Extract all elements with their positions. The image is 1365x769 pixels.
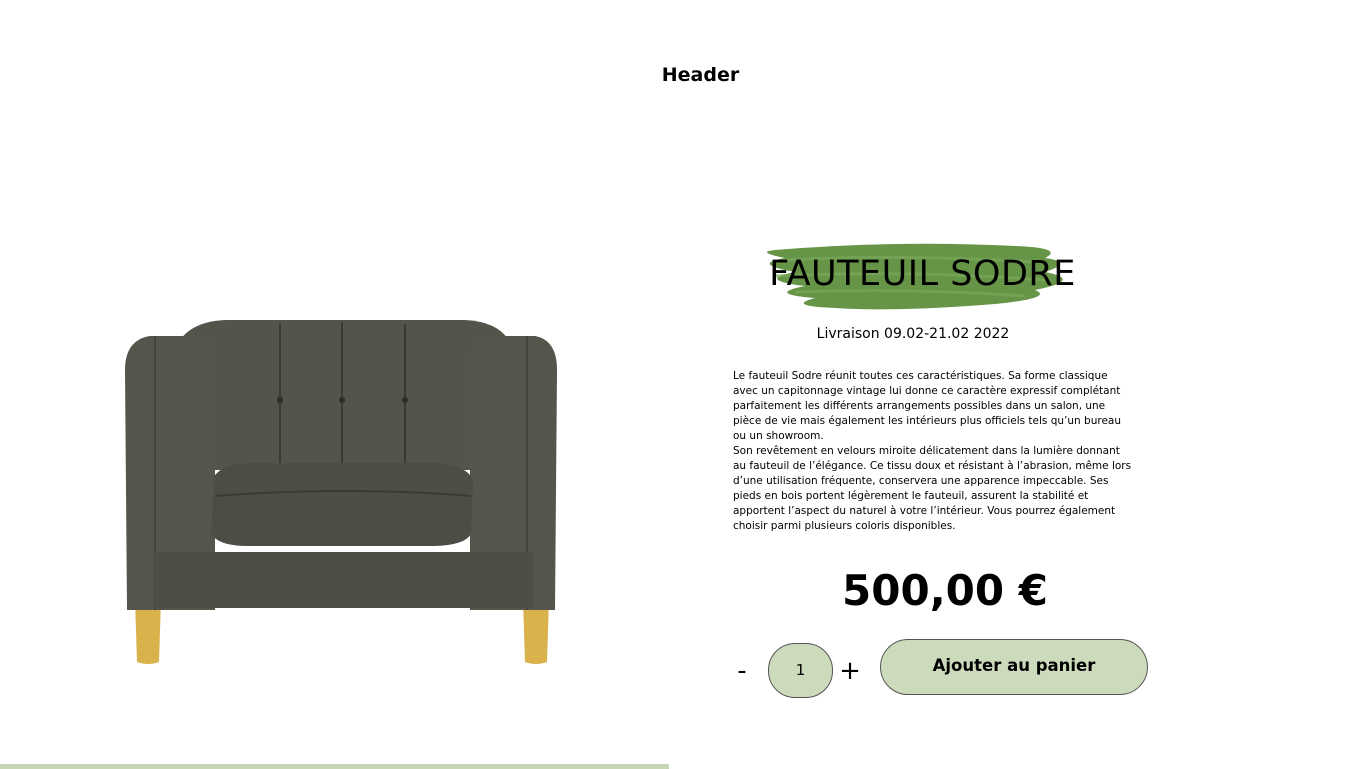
- product-title: FAUTEUIL SODRE: [769, 254, 1076, 294]
- add-to-cart-button[interactable]: Ajouter au panier: [880, 639, 1148, 695]
- armchair-image: [125, 320, 557, 664]
- delivery-dates: Livraison 09.02-21.02 2022: [816, 326, 1010, 342]
- page-header: Header: [661, 64, 740, 86]
- product-title-block: FAUTEUIL SODRE: [745, 240, 1105, 315]
- product-description: Le fauteuil Sodre réunit toutes ces cara…: [733, 370, 1132, 532]
- product-price: 500,00 €: [842, 566, 1048, 615]
- bottom-divider-bar: [0, 764, 669, 769]
- quantity-increase-button[interactable]: +: [837, 654, 863, 688]
- quantity-decrease-button[interactable]: -: [729, 654, 755, 688]
- quantity-field[interactable]: 1: [768, 643, 833, 698]
